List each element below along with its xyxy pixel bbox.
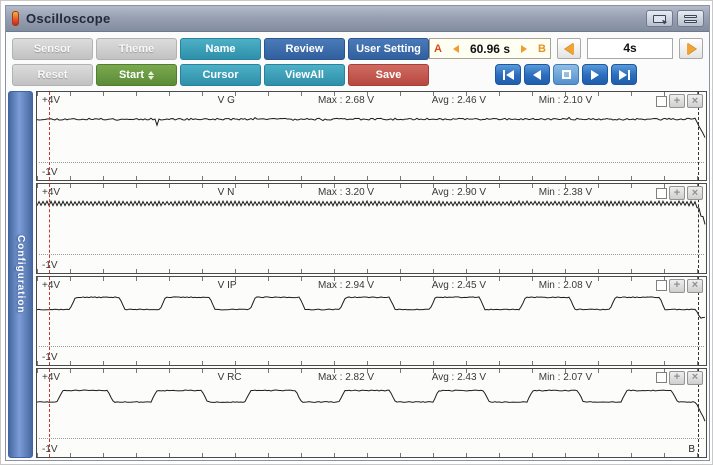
scale-top-label: +4V: [42, 280, 60, 291]
time-ticks: [37, 361, 706, 365]
configuration-tab-label: Configuration: [15, 235, 26, 314]
playback-controls: [429, 64, 703, 85]
channel-checkbox[interactable]: [656, 188, 667, 199]
scale-bottom-label: -1V: [42, 352, 58, 363]
arrow-right-icon: [687, 43, 696, 55]
skip-start-icon: [503, 70, 505, 80]
time-window-value[interactable]: 4s: [587, 38, 673, 59]
thermometer-icon: [12, 11, 19, 26]
back-icon: [533, 70, 541, 80]
time-ticks: [37, 176, 706, 180]
toolbar: Sensor Theme Name Review User Setting Re…: [6, 32, 709, 90]
close-channel-button[interactable]: ×: [687, 371, 703, 385]
name-button[interactable]: Name: [180, 38, 261, 60]
layout-icon: [684, 14, 697, 24]
sensor-button[interactable]: Sensor: [12, 38, 93, 60]
scale-top-label: +4V: [42, 187, 60, 198]
display-icon: [653, 15, 666, 23]
channel-panel-vn: +4V V N Max : 3.20 V Avg : 2.90 V Min : …: [36, 183, 707, 273]
time-ticks: [37, 269, 706, 273]
channel-max: Max : 2.94 V: [318, 280, 374, 291]
channel-max: Max : 2.82 V: [318, 372, 374, 383]
screenshot-button[interactable]: [646, 10, 673, 27]
time-ticks: [37, 453, 706, 457]
scale-bottom-label: -1V: [42, 444, 58, 455]
channel-avg: Avg : 2.90 V: [432, 187, 486, 198]
ab-time-value: 60.96 s: [470, 42, 510, 56]
scale-top-label: +4V: [42, 95, 60, 106]
transport-controls: A 60.96 s B 4s: [429, 38, 705, 86]
zero-volt-gridline: [39, 162, 704, 163]
layout-button[interactable]: [677, 10, 704, 27]
channel-name: V G: [218, 95, 235, 106]
marker-a-arrow-icon: [453, 45, 459, 53]
start-button-label: Start: [119, 65, 144, 85]
stop-button[interactable]: [553, 64, 579, 85]
viewall-button[interactable]: ViewAll: [264, 64, 345, 86]
skip-to-start-button[interactable]: [495, 64, 521, 85]
zoom-in-button[interactable]: +: [669, 186, 685, 200]
cursor-b-label: B: [688, 444, 695, 455]
screenshot-stage: Oscilloscope Sensor Theme Name Review Us…: [0, 0, 713, 465]
play-icon: [591, 70, 599, 80]
channel-panel-vip: +4V V IP Max : 2.94 V Avg : 2.45 V Min :…: [36, 276, 707, 366]
zoom-in-button[interactable]: +: [669, 371, 685, 385]
save-button[interactable]: Save: [348, 64, 429, 86]
skip-end-tri-icon: [619, 70, 627, 80]
channels-area: Configuration +4V V G Max : 2.68 V Avg :…: [6, 90, 709, 460]
zoom-in-button[interactable]: +: [669, 279, 685, 293]
channel-max: Max : 3.20 V: [318, 187, 374, 198]
marker-b-arrow-icon: [521, 45, 527, 53]
scale-top-label: +4V: [42, 372, 60, 383]
channel-panel-vg: +4V V G Max : 2.68 V Avg : 2.46 V Min : …: [36, 91, 707, 181]
cursor-button[interactable]: Cursor: [180, 64, 261, 86]
channel-min: Min : 2.07 V: [539, 372, 592, 383]
channel-max: Max : 2.68 V: [318, 95, 374, 106]
channel-panel-vrc: +4V V RC Max : 2.82 V Avg : 2.43 V Min :…: [36, 368, 707, 458]
channel-min: Min : 2.08 V: [539, 280, 592, 291]
zero-volt-gridline: [39, 254, 704, 255]
skip-end-icon: [628, 70, 630, 80]
stop-icon: [562, 70, 571, 79]
channel-checkbox[interactable]: [656, 372, 667, 383]
ab-range-box[interactable]: A 60.96 s B: [429, 38, 551, 59]
skip-start-tri-icon: [506, 70, 514, 80]
channel-min: Min : 2.10 V: [539, 95, 592, 106]
arrow-left-icon: [565, 43, 574, 55]
scale-bottom-label: -1V: [42, 260, 58, 271]
channel-avg: Avg : 2.43 V: [432, 372, 486, 383]
user-setting-button[interactable]: User Setting: [348, 38, 429, 60]
channel-name: V N: [218, 187, 235, 198]
zero-volt-gridline: [39, 346, 704, 347]
channel-avg: Avg : 2.45 V: [432, 280, 486, 291]
step-back-button[interactable]: [524, 64, 550, 85]
time-window-decrease-button[interactable]: [557, 38, 581, 59]
marker-a-label: A: [434, 43, 442, 55]
channel-checkbox[interactable]: [656, 96, 667, 107]
channel-name: V RC: [218, 372, 242, 383]
review-button[interactable]: Review: [264, 38, 345, 60]
spinner-icon: [148, 71, 154, 80]
start-button[interactable]: Start: [96, 64, 177, 86]
title-bar: Oscilloscope: [6, 6, 709, 32]
channel-name: V IP: [218, 280, 237, 291]
close-channel-button[interactable]: ×: [687, 186, 703, 200]
reset-button[interactable]: Reset: [12, 64, 93, 86]
oscilloscope-window: Oscilloscope Sensor Theme Name Review Us…: [5, 5, 710, 461]
channel-checkbox[interactable]: [656, 280, 667, 291]
play-button[interactable]: [582, 64, 608, 85]
channel-min: Min : 2.38 V: [539, 187, 592, 198]
channel-avg: Avg : 2.46 V: [432, 95, 486, 106]
close-channel-button[interactable]: ×: [687, 279, 703, 293]
time-window-increase-button[interactable]: [679, 38, 703, 59]
window-title: Oscilloscope: [26, 11, 111, 26]
skip-to-end-button[interactable]: [611, 64, 637, 85]
marker-b-label: B: [538, 43, 546, 55]
scale-bottom-label: -1V: [42, 167, 58, 178]
theme-button[interactable]: Theme: [96, 38, 177, 60]
close-channel-button[interactable]: ×: [687, 94, 703, 108]
zero-volt-gridline: [39, 438, 704, 439]
configuration-tab[interactable]: Configuration: [8, 91, 33, 458]
zoom-in-button[interactable]: +: [669, 94, 685, 108]
